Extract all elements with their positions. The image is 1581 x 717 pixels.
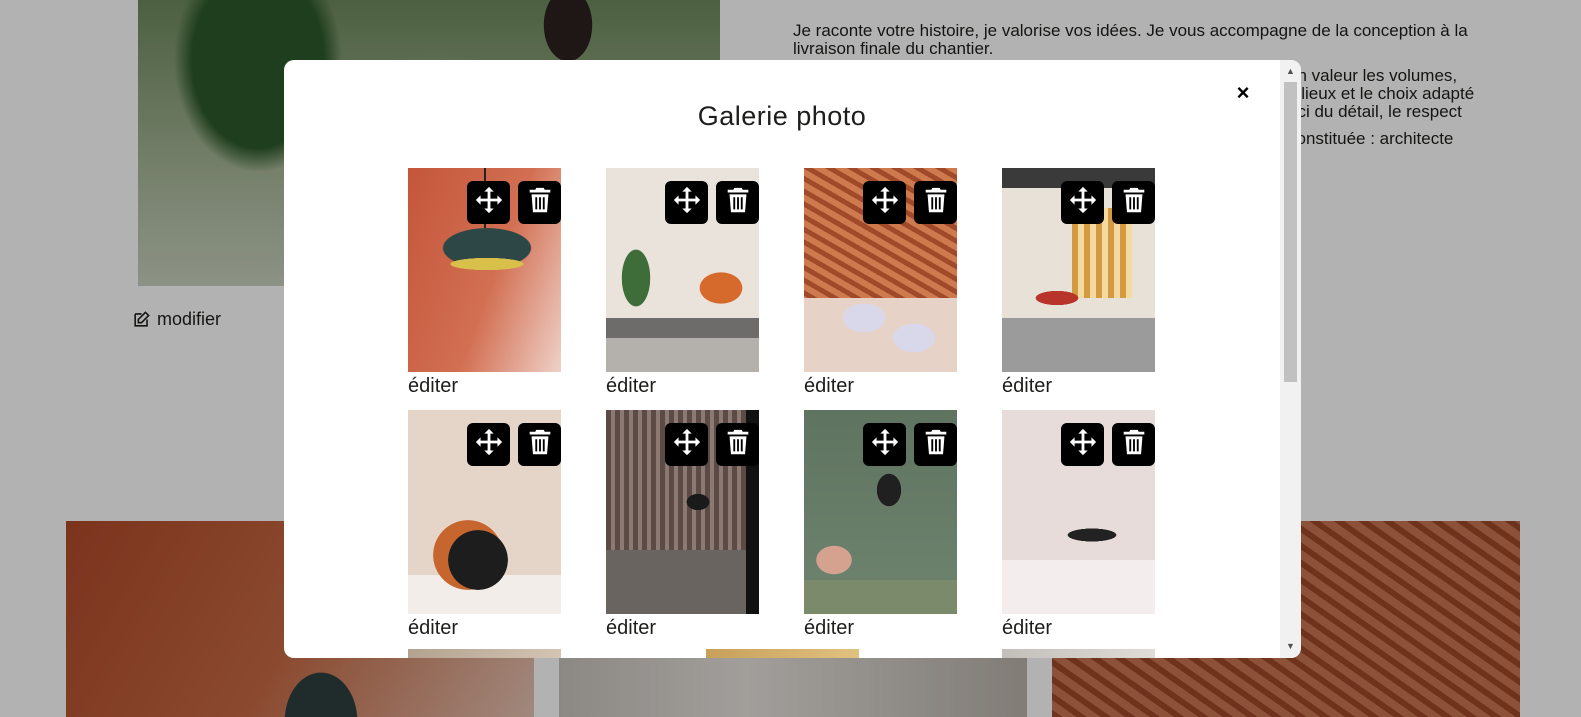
move-icon	[474, 185, 504, 220]
modal-title: Galerie photo	[697, 101, 867, 131]
gallery-card: éditer	[1002, 168, 1155, 398]
photo-actions	[863, 423, 957, 466]
delete-button[interactable]	[914, 181, 957, 224]
gallery-card: éditer	[606, 168, 759, 398]
trash-icon	[1119, 185, 1149, 220]
photo-actions	[665, 181, 759, 224]
photo-actions	[467, 181, 561, 224]
modal-scrollbar[interactable]: ▲ ▼	[1280, 60, 1301, 658]
gallery-card: éditer	[408, 410, 561, 640]
gallery-card: éditer	[606, 410, 759, 640]
move-button[interactable]	[1061, 181, 1104, 224]
move-button[interactable]	[467, 181, 510, 224]
trash-icon	[921, 427, 951, 462]
gallery-card: éditer	[1002, 410, 1155, 640]
move-icon	[1068, 185, 1098, 220]
trash-icon	[723, 185, 753, 220]
scroll-up-icon[interactable]: ▲	[1280, 63, 1301, 80]
edit-photo-link[interactable]: éditer	[804, 616, 957, 640]
edit-photo-link[interactable]: éditer	[1002, 616, 1155, 640]
photo-thumbnail	[408, 649, 561, 658]
delete-button[interactable]	[914, 423, 957, 466]
photo-actions	[665, 423, 759, 466]
trash-icon	[525, 185, 555, 220]
delete-button[interactable]	[716, 181, 759, 224]
edit-photo-link[interactable]: éditer	[408, 616, 561, 640]
scrollbar-thumb[interactable]	[1284, 82, 1297, 382]
move-icon	[1068, 427, 1098, 462]
edit-photo-link[interactable]: éditer	[804, 374, 957, 398]
scroll-down-icon[interactable]: ▼	[1280, 638, 1301, 655]
delete-button[interactable]	[716, 423, 759, 466]
gallery-card: éditer	[804, 410, 957, 640]
photo-grid: éditer éditer éditer éditer éditer éditer édit…	[408, 168, 1188, 640]
gallery-card: éditer	[804, 168, 957, 398]
gallery-card: éditer	[408, 168, 561, 398]
photo-actions	[467, 423, 561, 466]
trash-icon	[525, 427, 555, 462]
edit-photo-link[interactable]: éditer	[606, 374, 759, 398]
move-icon	[672, 185, 702, 220]
trash-icon	[1119, 427, 1149, 462]
move-button[interactable]	[1061, 423, 1104, 466]
trash-icon	[921, 185, 951, 220]
move-button[interactable]	[665, 423, 708, 466]
delete-button[interactable]	[518, 181, 561, 224]
edit-photo-link[interactable]: éditer	[408, 374, 561, 398]
trash-icon	[723, 427, 753, 462]
move-icon	[474, 427, 504, 462]
delete-button[interactable]	[518, 423, 561, 466]
move-icon	[870, 185, 900, 220]
photo-actions	[863, 181, 957, 224]
delete-button[interactable]	[1112, 181, 1155, 224]
move-button[interactable]	[665, 181, 708, 224]
next-row-preview	[408, 649, 1208, 658]
move-button[interactable]	[863, 423, 906, 466]
photo-actions	[1061, 423, 1155, 466]
delete-button[interactable]	[1112, 423, 1155, 466]
move-icon	[870, 427, 900, 462]
move-button[interactable]	[863, 181, 906, 224]
photo-thumbnail	[1002, 649, 1155, 658]
edit-photo-link[interactable]: éditer	[606, 616, 759, 640]
move-button[interactable]	[467, 423, 510, 466]
edit-photo-link[interactable]: éditer	[1002, 374, 1155, 398]
photo-actions	[1061, 181, 1155, 224]
move-icon	[672, 427, 702, 462]
photo-thumbnail	[706, 649, 859, 658]
gallery-modal: × Galerie photo éditer éditer éditer éditer…	[284, 60, 1301, 658]
